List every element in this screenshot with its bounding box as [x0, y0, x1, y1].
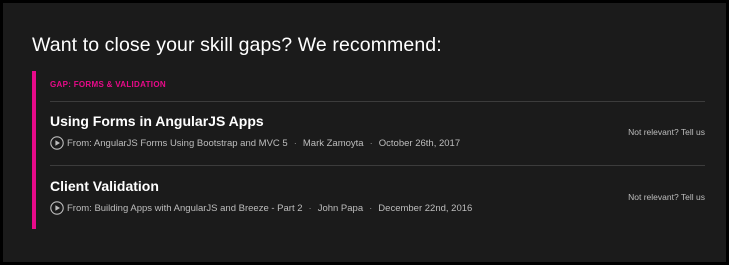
play-circle-icon[interactable]	[50, 136, 64, 150]
gap-accent-bar	[32, 71, 36, 229]
recommendation-meta: From: AngularJS Forms Using Bootstrap an…	[50, 136, 460, 150]
gap-section: GAP: FORMS & VALIDATION Using Forms in A…	[32, 71, 705, 229]
recommendation-title[interactable]: Client Validation	[50, 178, 159, 194]
meta-separator: ·	[369, 137, 373, 149]
recommendations-panel: Want to close your skill gaps? We recomm…	[3, 3, 726, 262]
publish-date: October 26th, 2017	[378, 137, 461, 149]
meta-separator: ·	[308, 202, 312, 214]
meta-separator: ·	[293, 137, 297, 149]
source-course[interactable]: From: Building Apps with AngularJS and B…	[67, 203, 303, 214]
publish-date: December 22nd, 2016	[378, 202, 473, 214]
author-name: John Papa	[317, 202, 364, 214]
not-relevant-link[interactable]: Not relevant? Tell us	[628, 192, 705, 202]
panel-heading: Want to close your skill gaps? We recomm…	[32, 34, 442, 56]
recommendation-item: Using Forms in AngularJS Apps From: Angu…	[50, 113, 705, 169]
play-circle-icon[interactable]	[50, 201, 64, 215]
gap-label: GAP: FORMS & VALIDATION	[50, 80, 166, 89]
recommendation-title-link[interactable]: Using Forms in AngularJS Apps	[50, 113, 264, 129]
recommendation-item: Client Validation From: Building Apps wi…	[50, 178, 705, 234]
meta-separator: ·	[369, 202, 373, 214]
source-course[interactable]: From: AngularJS Forms Using Bootstrap an…	[67, 138, 288, 149]
divider	[50, 165, 705, 166]
recommendation-meta: From: Building Apps with AngularJS and B…	[50, 201, 472, 215]
recommendation-title-link[interactable]: Client Validation	[50, 178, 159, 194]
recommendation-title[interactable]: Using Forms in AngularJS Apps	[50, 113, 264, 129]
divider	[50, 101, 705, 102]
not-relevant-link[interactable]: Not relevant? Tell us	[628, 127, 705, 137]
author-name: Mark Zamoyta	[302, 137, 364, 149]
